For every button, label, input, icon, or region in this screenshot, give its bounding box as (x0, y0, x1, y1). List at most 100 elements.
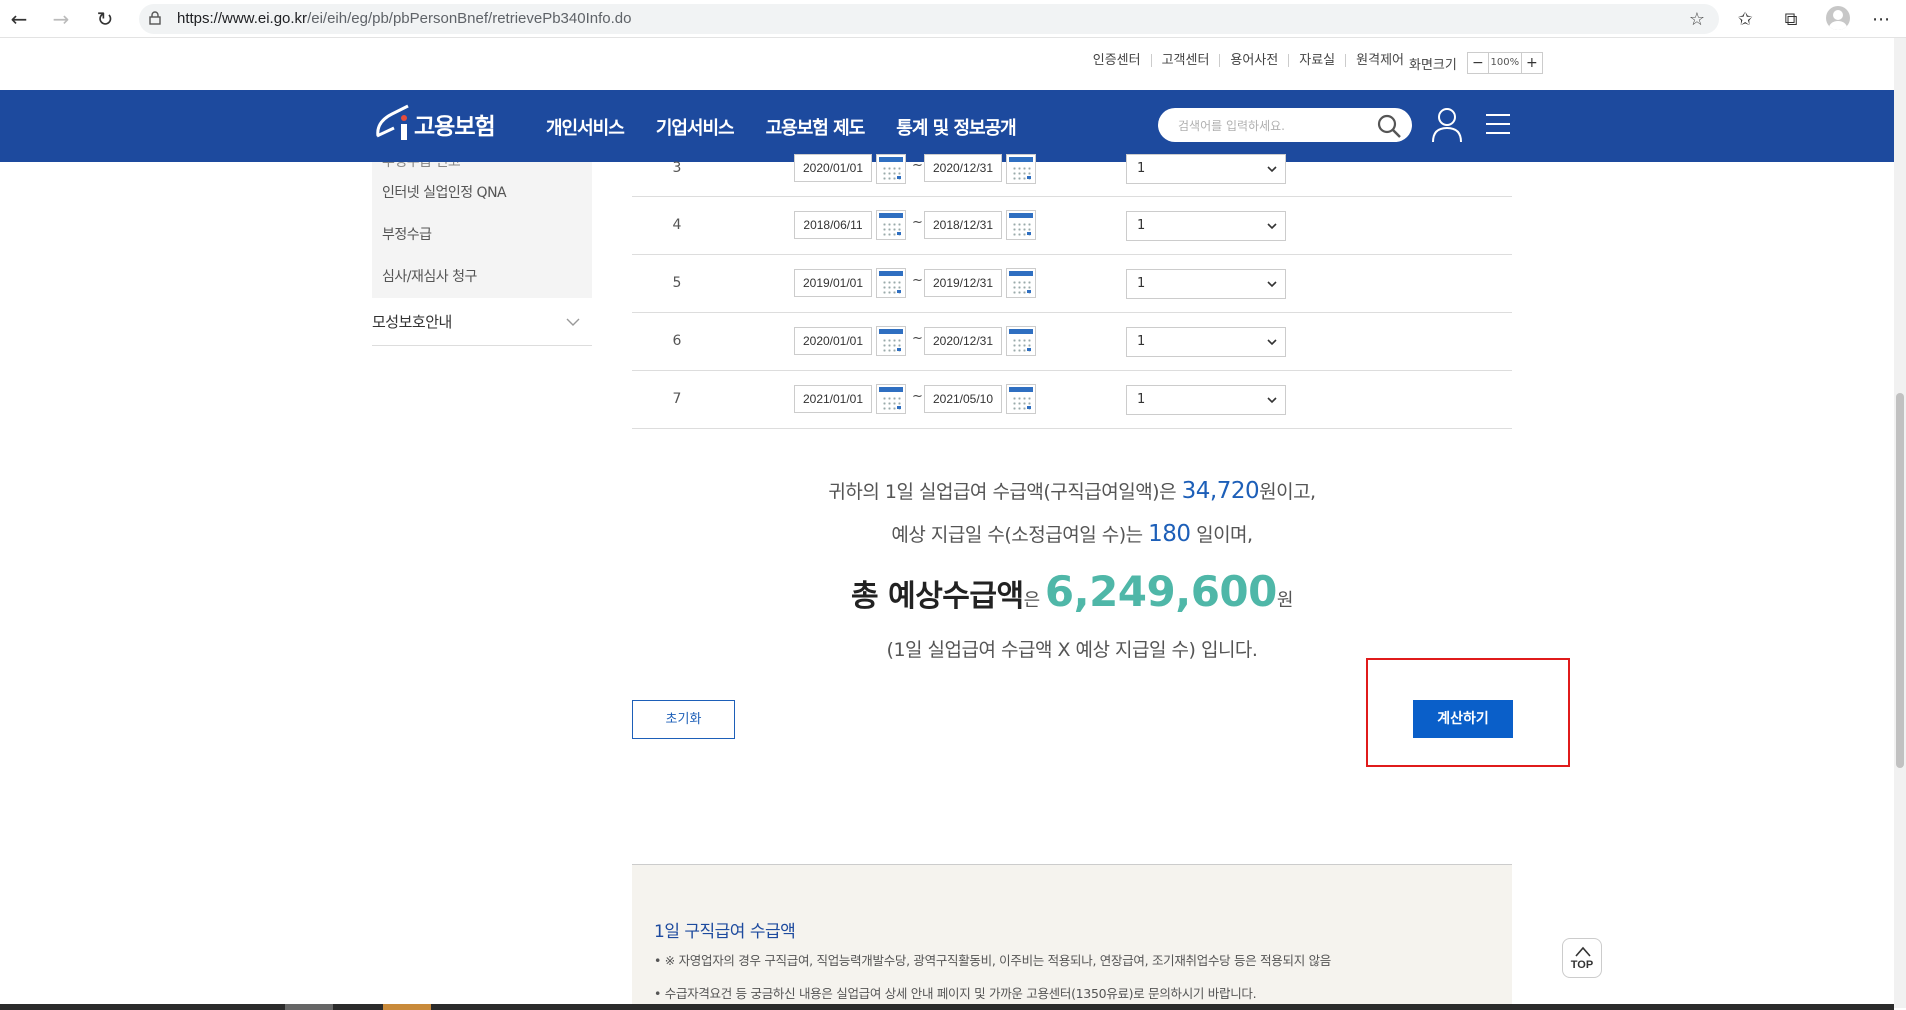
total-particle: 은 (1023, 590, 1045, 611)
count-select[interactable]: 1 (1126, 385, 1286, 415)
side-nav-item-cut[interactable]: 부정수급 신고 (372, 162, 592, 172)
chevron-down-icon (1267, 397, 1277, 404)
table-row: 3 2020/01/01 ~ 2020/12/31 1 (632, 138, 1512, 197)
info-title: 1일 구직급여 수급액 (654, 922, 796, 942)
more-menu-icon[interactable]: ⋯ (1868, 6, 1894, 32)
table-row: 7 2021/01/01 ~ 2021/05/10 1 (632, 371, 1512, 429)
lock-icon (149, 11, 161, 25)
calendar-icon[interactable] (876, 210, 906, 240)
scrollbar-thumb[interactable] (1896, 393, 1904, 768)
chevron-down-icon (566, 318, 580, 326)
back-arrow-icon[interactable]: ← (6, 6, 32, 32)
chevron-down-icon (1267, 339, 1277, 346)
nav-business-service[interactable]: 기업서비스 (656, 114, 735, 140)
end-date-input[interactable]: 2020/12/31 (924, 327, 1002, 355)
search-icon[interactable] (1376, 113, 1402, 139)
side-nav-submenu: 부정수급 신고 인터넷 실업인정 QNA 부정수급 심사/재심사 청구 (372, 162, 592, 298)
link-customer-center[interactable]: 고객센터 (1152, 54, 1221, 67)
calendar-icon[interactable] (1006, 326, 1036, 356)
url-text: https://www.ei.go.kr/ei/eih/eg/pb/pbPers… (177, 10, 632, 27)
total-unit: 원 (1276, 590, 1294, 611)
link-cert-center[interactable]: 인증센터 (1083, 54, 1152, 67)
start-date-input[interactable]: 2020/01/01 (794, 327, 872, 355)
calendar-icon[interactable] (1006, 268, 1036, 298)
taskbar-strip (0, 1004, 1894, 1010)
side-nav-item-appeal[interactable]: 심사/재심사 청구 (372, 256, 592, 298)
side-nav-item-maternity[interactable]: 모성보호안내 (372, 298, 592, 346)
reset-button[interactable]: 초기화 (632, 700, 735, 739)
count-select[interactable]: 1 (1126, 327, 1286, 357)
calendar-icon[interactable] (876, 268, 906, 298)
row-number: 7 (672, 391, 682, 407)
calendar-icon[interactable] (1006, 384, 1036, 414)
side-nav-item-qna[interactable]: 인터넷 실업인정 QNA (372, 172, 592, 214)
end-date-input[interactable]: 2019/12/31 (924, 269, 1002, 297)
zoom-in-button[interactable]: + (1522, 53, 1542, 73)
date-separator: ~ (912, 331, 923, 346)
link-archive[interactable]: 자료실 (1289, 54, 1347, 67)
side-nav-item-fraud[interactable]: 부정수급 (372, 214, 592, 256)
select-value: 1 (1137, 161, 1146, 176)
utility-bar: 인증센터 고객센터 용어사전 자료실 원격제어 화면크기 − 100% + (0, 38, 1894, 90)
start-date-input[interactable]: 2018/06/11 (794, 211, 872, 239)
forward-arrow-icon[interactable]: → (48, 6, 74, 32)
result-summary: 귀하의 1일 실업급여 수급액(구직급여일액)은 34,720원이고, 예상 지… (632, 470, 1512, 669)
site-logo[interactable]: 고용보험 (372, 102, 496, 146)
address-bar[interactable]: https://www.ei.go.kr/ei/eih/eg/pb/pbPers… (139, 4, 1719, 34)
row-number: 3 (672, 160, 682, 176)
start-date-input[interactable]: 2020/01/01 (794, 154, 872, 182)
nav-statistics[interactable]: 통계 및 정보공개 (896, 114, 1016, 140)
zoom-out-button[interactable]: − (1468, 53, 1488, 73)
date-separator: ~ (912, 215, 923, 230)
calendar-icon[interactable] (876, 154, 906, 184)
hamburger-menu-icon[interactable] (1484, 110, 1512, 138)
end-date-input[interactable]: 2021/05/10 (924, 385, 1002, 413)
daily-amount-line: 귀하의 1일 실업급여 수급액(구직급여일액)은 34,720원이고, (632, 470, 1512, 513)
profile-avatar[interactable] (1826, 6, 1850, 30)
end-date-input[interactable]: 2018/12/31 (924, 211, 1002, 239)
arrow-up-icon (1575, 946, 1591, 957)
info-line: • ※ 자영업자의 경우 구직급여, 직업능력개발수당, 광역구직활동비, 이주… (654, 953, 1331, 968)
nav-personal-service[interactable]: 개인서비스 (546, 114, 625, 140)
link-remote-control[interactable]: 원격제어 (1346, 54, 1414, 67)
date-separator: ~ (912, 273, 923, 288)
calendar-icon[interactable] (1006, 154, 1036, 184)
side-nav: 부정수급 신고 인터넷 실업인정 QNA 부정수급 심사/재심사 청구 모성보호… (372, 162, 592, 346)
calendar-icon[interactable] (876, 326, 906, 356)
row-number: 5 (672, 275, 682, 291)
count-select[interactable]: 1 (1126, 269, 1286, 299)
global-nav: 개인서비스 기업서비스 고용보험 제도 통계 및 정보공개 (546, 114, 1048, 140)
table-row: 5 2019/01/01 ~ 2019/12/31 1 (632, 255, 1512, 313)
start-date-input[interactable]: 2021/01/01 (794, 385, 872, 413)
scroll-top-button[interactable]: TOP (1562, 938, 1602, 978)
nav-insurance-system[interactable]: 고용보험 제도 (766, 114, 866, 140)
calendar-icon[interactable] (1006, 210, 1036, 240)
select-value: 1 (1137, 276, 1146, 291)
date-separator: ~ (912, 389, 923, 404)
link-glossary[interactable]: 용어사전 (1220, 54, 1290, 67)
start-date-input[interactable]: 2019/01/01 (794, 269, 872, 297)
collections-icon[interactable]: ⧉ (1778, 6, 1804, 32)
select-value: 1 (1137, 334, 1146, 349)
days-value: 180 (1148, 521, 1191, 547)
zoom-control: 화면크기 − 100% + (1409, 52, 1543, 74)
add-favorite-icon[interactable]: ☆ (1689, 9, 1705, 30)
chevron-down-icon (1267, 223, 1277, 230)
daily-amount-value: 34,720 (1181, 478, 1260, 504)
reload-icon[interactable]: ↻ (92, 6, 118, 32)
row-number: 6 (672, 333, 682, 349)
browser-toolbar: ← → ↻ https://www.ei.go.kr/ei/eih/eg/pb/… (0, 0, 1906, 38)
logo-text: 고용보험 (414, 114, 496, 140)
total-amount-value: 6,249,600 (1044, 567, 1277, 616)
favorites-icon[interactable]: ✩ (1732, 6, 1758, 32)
count-select[interactable]: 1 (1126, 154, 1286, 184)
days-prefix: 예상 지급일 수(소정급여일 수)는 (891, 524, 1149, 546)
end-date-input[interactable]: 2020/12/31 (924, 154, 1002, 182)
calendar-icon[interactable] (876, 384, 906, 414)
taskbar-item[interactable] (383, 1004, 431, 1010)
search-input[interactable]: 검색어를 입력하세요. (1158, 108, 1412, 142)
page-scrollbar[interactable] (1894, 38, 1906, 1008)
taskbar-item[interactable] (285, 1004, 333, 1010)
count-select[interactable]: 1 (1126, 211, 1286, 241)
utility-links: 인증센터 고객센터 용어사전 자료실 원격제어 (1083, 54, 1414, 67)
